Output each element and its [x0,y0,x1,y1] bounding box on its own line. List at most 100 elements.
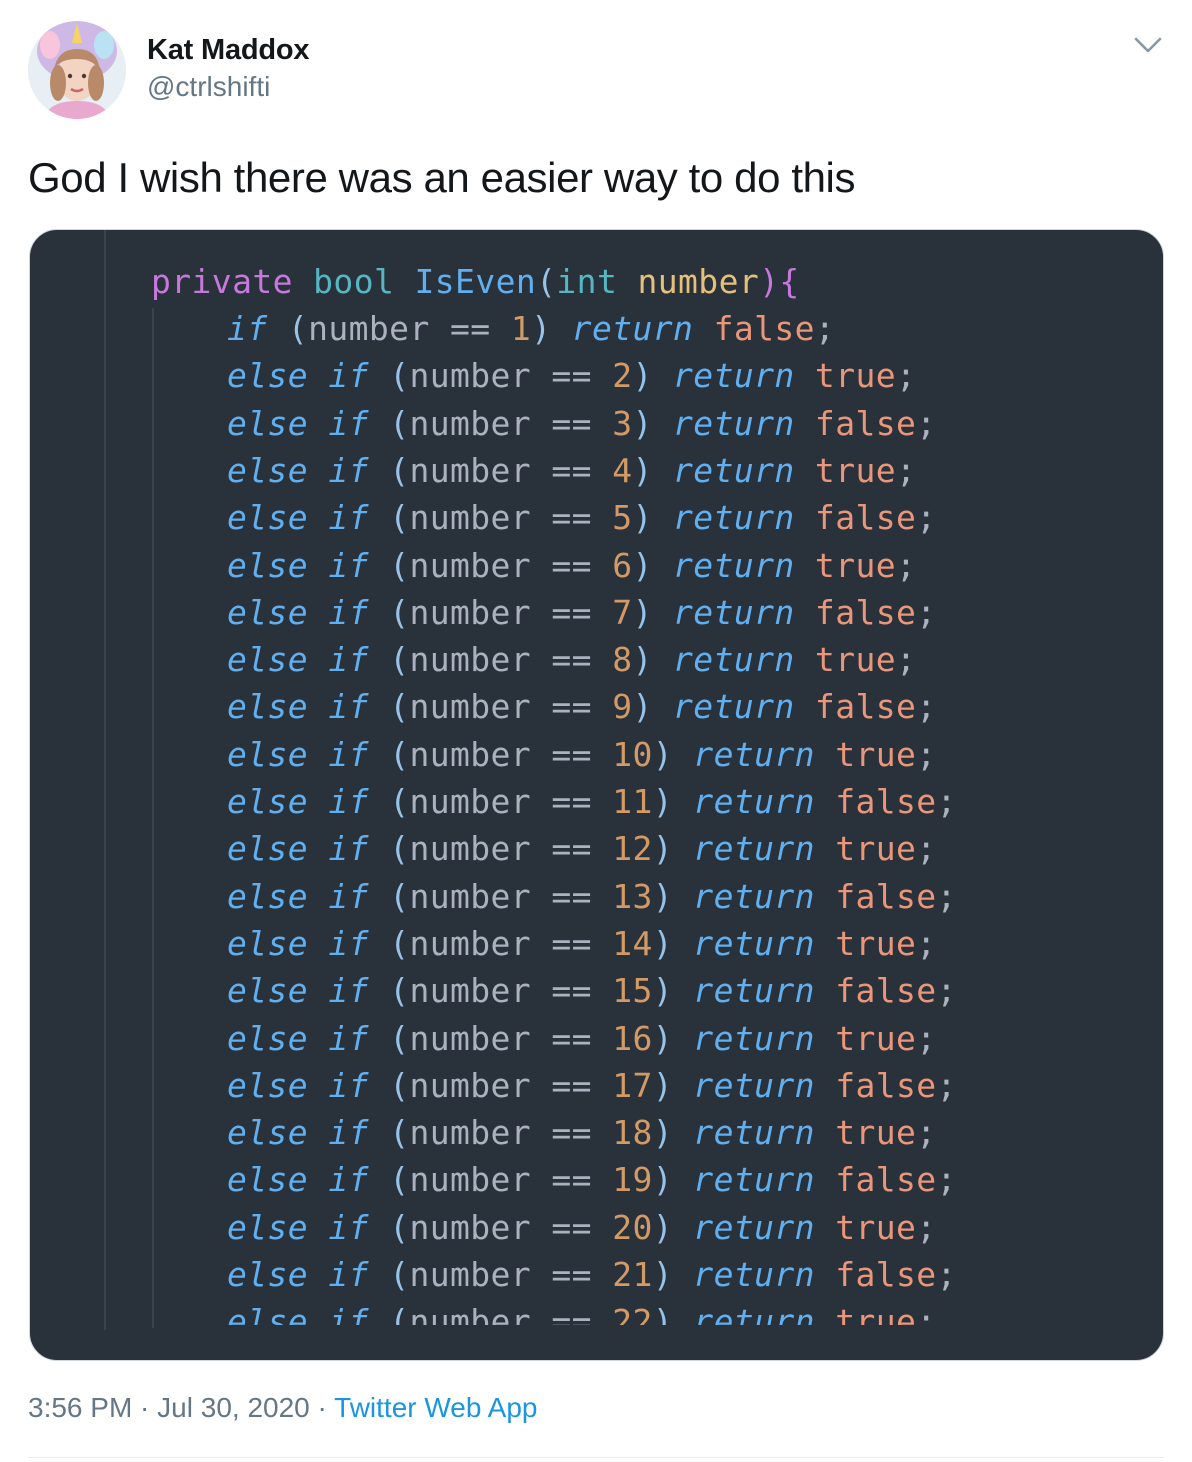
semicolon: ; [896,450,917,490]
open-paren: ( [389,1018,410,1058]
return-keyword: return [693,829,815,869]
code-block: private bool IsEven(int number){ if (num… [30,230,1163,1325]
variable-name: number [409,923,532,963]
return-keyword: return [693,1255,815,1294]
tweet-source-link[interactable]: Twitter Web App [334,1392,537,1423]
else-keyword: else [227,1207,309,1247]
semicolon: ; [936,1255,957,1294]
code-branch-line: else if (number == 12) return true; [227,825,937,872]
code-branch-line: else if (number == 20) return true; [227,1204,937,1251]
return-keyword: return [673,450,795,490]
close-paren: ) [652,923,674,963]
if-keyword: if [328,356,369,396]
boolean-literal: false [713,309,815,348]
open-paren: ( [389,923,410,963]
author-handle[interactable]: @ctrlshifti [147,70,270,104]
else-keyword: else [227,1160,309,1200]
open-paren: ( [389,829,410,869]
semicolon: ; [936,971,957,1011]
number-literal: 12 [612,829,653,869]
variable-name: number [409,1302,532,1325]
code-branch-line: else if (number == 4) return true; [227,447,916,494]
code-branch-line: else if (number == 17) return false; [227,1062,957,1109]
else-keyword: else [227,1065,309,1105]
close-paren: ) [652,782,674,821]
if-keyword: if [328,782,369,821]
variable-name: number [409,545,532,585]
number-literal: 3 [612,403,633,443]
equality-operator: == [551,876,592,916]
return-keyword: return [673,640,795,680]
return-keyword: return [693,1065,815,1105]
boolean-literal: true [814,640,896,680]
code-branch-line: else if (number == 13) return false; [227,873,957,920]
else-keyword: else [227,1302,309,1325]
else-keyword: else [227,403,309,443]
equality-operator: == [551,782,592,821]
code-signature-line: private bool IsEven(int number){ [151,258,800,305]
boolean-literal: false [814,498,917,538]
code-branch-line: else if (number == 14) return true; [227,920,937,967]
semicolon: ; [936,876,957,916]
close-paren: ) [652,1302,674,1325]
code-branch-line: else if (number == 6) return true; [227,542,916,589]
if-keyword: if [328,829,369,869]
if-keyword: if [328,640,369,680]
return-keyword: return [693,1160,815,1200]
close-paren: ) [632,687,653,727]
close-paren: ) [632,592,653,632]
if-keyword: if [328,734,369,774]
tweet-date[interactable]: Jul 30, 2020 [157,1392,310,1423]
close-paren: ) [652,1113,674,1153]
open-paren: ( [389,640,410,680]
equality-operator: == [551,923,592,963]
if-keyword: if [328,1065,369,1105]
code-branch-line: else if (number == 2) return true; [227,352,916,399]
boolean-literal: true [835,734,917,774]
open-paren: ( [389,1207,410,1247]
open-paren: ( [389,403,410,443]
number-literal: 10 [612,734,653,774]
tweet-time[interactable]: 3:56 PM [28,1392,132,1423]
code-branch-line: else if (number == 16) return true; [227,1015,937,1062]
footer-separator: · [132,1392,158,1423]
number-literal: 18 [612,1113,653,1153]
open-paren: ( [389,876,410,916]
variable-name: number [409,782,532,821]
chevron-down-icon[interactable] [1130,30,1166,60]
code-screenshot[interactable]: private bool IsEven(int number){ if (num… [29,229,1164,1361]
return-keyword: return [673,403,795,443]
boolean-literal: true [814,356,896,396]
variable-name: number [409,592,532,632]
close-paren: ) [652,1065,674,1105]
number-literal: 20 [612,1207,653,1247]
close-paren: ) [632,403,653,443]
return-keyword: return [673,592,795,632]
number-literal: 17 [612,1065,653,1105]
if-keyword: if [328,1160,369,1200]
close-paren: ) [652,734,674,774]
if-keyword: if [328,498,369,538]
divider [28,1457,1164,1458]
equality-operator: == [450,309,491,348]
equality-operator: == [551,1065,592,1105]
else-keyword: else [227,971,309,1011]
variable-name: number [409,687,532,727]
variable-name: number [409,1065,532,1105]
avatar[interactable] [28,21,126,119]
equality-operator: == [551,640,592,680]
return-keyword: return [693,782,815,821]
code-branch-line: else if (number == 19) return false; [227,1156,957,1203]
tweet-footer: 3:56 PM · Jul 30, 2020 · Twitter Web App [28,1390,538,1426]
open-paren: ( [389,498,410,538]
author-name[interactable]: Kat Maddox [147,32,310,68]
boolean-literal: false [814,403,917,443]
if-keyword: if [328,592,369,632]
if-keyword: if [328,1113,369,1153]
return-keyword: return [693,923,815,963]
close-paren: ) [652,1207,674,1247]
if-keyword: if [328,923,369,963]
tweet-text: God I wish there was an easier way to do… [28,154,856,201]
boolean-literal: true [835,923,917,963]
boolean-literal: true [835,829,917,869]
